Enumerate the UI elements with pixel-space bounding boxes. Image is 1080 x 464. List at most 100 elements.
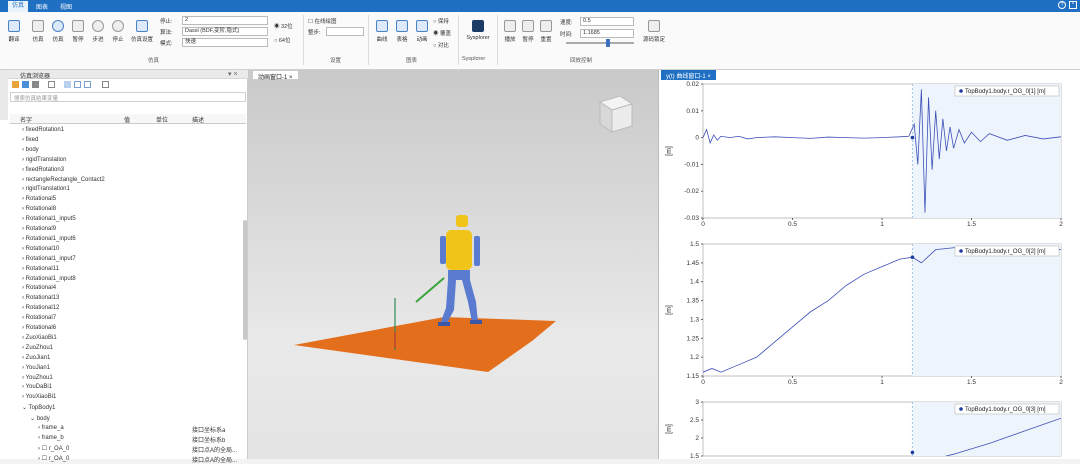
tree-item[interactable]: › ZuoXiaoBi1	[22, 335, 57, 341]
y-tick-label: 1.45	[686, 260, 699, 267]
tree-item[interactable]: › Rotational1_input6	[22, 236, 76, 242]
tree-subitem[interactable]: › ☐ r_OA_0 接口点A的全局...	[38, 445, 237, 454]
mode-select[interactable]: 快速	[182, 38, 268, 47]
tree-item[interactable]: › ZuoZhou1	[22, 345, 53, 351]
tree-item[interactable]: › Rotational9	[22, 226, 56, 232]
tree-item[interactable]: › Rotational8	[22, 206, 56, 212]
tree-item[interactable]: › rigidTranslation1	[22, 186, 70, 192]
menu-chart[interactable]: 图表	[36, 2, 48, 11]
simulate-button[interactable]: 仿真	[28, 20, 48, 43]
y-tick-label: 1.4	[690, 279, 699, 286]
algorithm-select[interactable]: Dassl (BDF,变阶,隐式)	[182, 27, 268, 36]
tree-item[interactable]: › body	[22, 147, 39, 153]
tree-item[interactable]: › Rotational1_input8	[22, 276, 76, 282]
tree-item[interactable]: › fixedRotation3	[22, 167, 64, 173]
play-button[interactable]: 仿真	[48, 20, 68, 43]
y-tick-label: 1.5	[690, 453, 699, 459]
tree-item[interactable]: › YouXiaoBi1	[22, 394, 56, 400]
list-icon[interactable]	[32, 81, 39, 88]
sync-source-button[interactable]: 源码锁定	[640, 20, 668, 43]
tree-item[interactable]: › Rotational1_input5	[22, 216, 76, 222]
tree-item[interactable]: ⌄ body	[30, 415, 50, 422]
tree-item[interactable]: › Rotational4	[22, 285, 56, 291]
playback-reset-button[interactable]: 重置	[536, 20, 556, 43]
tree-item[interactable]: › YouZhou1	[22, 375, 53, 381]
tree-item[interactable]: › rigidTranslation	[22, 157, 66, 163]
menu-view[interactable]: 视图	[60, 2, 72, 11]
animation-viewport[interactable]: 动画窗口-1 ×	[248, 70, 658, 459]
pane-menu-icon[interactable]: ▾ ×	[228, 70, 238, 78]
gear-icon	[136, 20, 148, 32]
tree-subitem[interactable]: › frame_a 接口坐标系a	[38, 425, 225, 434]
cursor-marker	[910, 135, 915, 140]
tree-item[interactable]: › Rotational6	[22, 325, 56, 331]
step-input[interactable]	[326, 27, 364, 36]
pause-icon	[522, 20, 534, 32]
tree-item[interactable]: ⌄ TopBody1	[22, 404, 55, 411]
group-simulation: 仿真	[148, 58, 160, 64]
view-cube[interactable]	[598, 95, 634, 133]
table-button[interactable]: 表格	[392, 20, 412, 43]
menu-simulation[interactable]: 仿真	[8, 1, 29, 12]
group-playback: 回放控制	[570, 58, 593, 64]
tree-subitem[interactable]: › frame_b 接口坐标系b	[38, 435, 225, 444]
radio-32bit[interactable]: ◉ 32位	[274, 22, 293, 30]
rewind-icon	[32, 20, 44, 32]
time-slider[interactable]	[566, 42, 634, 44]
tree-item[interactable]: › fixedRotation1	[22, 127, 64, 133]
tree-scrollbar[interactable]	[243, 220, 247, 340]
help-icon[interactable]: ?	[1058, 1, 1066, 9]
tree-item[interactable]: › Rotational11	[22, 266, 59, 272]
tree-subitem[interactable]: › ☐ r_OA_0 接口点A的全局...	[38, 455, 237, 464]
tab-plot[interactable]: y(t) 曲线窗口-1 ×	[661, 70, 716, 80]
vertical-tabs[interactable]	[0, 70, 8, 120]
playback-play-button[interactable]: 播放	[500, 20, 520, 43]
tree-item[interactable]: › Rotational12	[22, 305, 59, 311]
tree-item[interactable]: › Rotational5	[22, 196, 56, 202]
sim-settings-button[interactable]: 仿真设置	[128, 20, 156, 43]
mode-label: 模式:	[160, 41, 173, 47]
tree-item[interactable]: › Rotational1_input7	[22, 256, 76, 262]
variable-search-input[interactable]: 搜索仿真结果变量	[10, 92, 246, 102]
tree-item[interactable]: › rectangleRectangle_Contact2	[22, 177, 105, 183]
browser-title: 仿真浏览器	[20, 74, 51, 80]
filter-icon[interactable]	[48, 81, 55, 88]
time-slider-handle[interactable]	[606, 39, 610, 47]
playback-pause-button[interactable]: 暂停	[518, 20, 538, 43]
tree-item[interactable]: › ZuoJian1	[22, 355, 50, 361]
cursor-marker	[910, 255, 915, 259]
sysplorer-icon	[472, 20, 484, 32]
radio-64bit[interactable]: ○ 64位	[274, 36, 290, 44]
chart-icon[interactable]	[74, 81, 81, 88]
animation-button[interactable]: 动画	[412, 20, 432, 43]
grid-icon[interactable]	[64, 81, 71, 88]
stop-time-input[interactable]: 2	[182, 16, 268, 25]
x-tick-label: 1	[880, 221, 884, 228]
pause-button[interactable]: 暂停	[68, 20, 88, 43]
copy-icon[interactable]	[102, 81, 109, 88]
tree-item[interactable]: › fixed	[22, 137, 38, 143]
radio-keep[interactable]: ○ 保持	[433, 17, 449, 25]
minimize-ribbon-icon[interactable]: ^	[1069, 1, 1077, 9]
time-input[interactable]: 1.1685	[580, 29, 634, 38]
translate-button[interactable]: 翻译	[4, 20, 24, 43]
curve-button[interactable]: 曲线	[372, 20, 392, 43]
tree-item[interactable]: › Rotational10	[22, 246, 59, 252]
radio-compare[interactable]: ○ 对比	[433, 41, 449, 49]
variable-icon[interactable]	[84, 81, 91, 88]
plot-canvas[interactable]: 0.020.010-0.01-0.02-0.030 0.5 1 1.5 2[m]TopB…	[659, 80, 1080, 459]
open-icon[interactable]	[12, 81, 19, 88]
save-icon[interactable]	[22, 81, 29, 88]
tree-item[interactable]: › Rotational7	[22, 315, 56, 321]
tree-item[interactable]: › Rotational13	[22, 295, 59, 301]
radio-overwrite[interactable]: ◉ 覆盖	[433, 29, 451, 37]
tree-item[interactable]: › YouDaBi1	[22, 384, 52, 390]
legend-marker	[959, 407, 963, 411]
sysplorer-button[interactable]: Sysplorer	[462, 20, 494, 41]
speed-input[interactable]: 0.5	[580, 17, 634, 26]
x-tick-label: 1	[880, 379, 884, 386]
stop-button[interactable]: 停止	[108, 20, 128, 43]
step-button[interactable]: 步进	[88, 20, 108, 43]
tree-item[interactable]: › YouJian1	[22, 365, 50, 371]
online-plot-checkbox[interactable]: ☐ 在线绘图	[308, 17, 336, 25]
